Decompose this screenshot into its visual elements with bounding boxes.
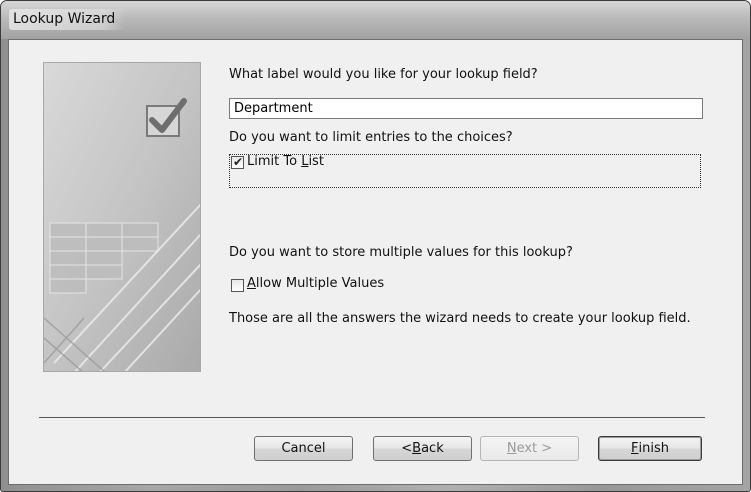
window-title: Lookup Wizard [9, 9, 126, 30]
summary-text: Those are all the answers the wizard nee… [229, 311, 691, 326]
lookup-wizard-window: Lookup Wizard What label would you like … [0, 0, 751, 492]
checkmark-icon: ✔ [233, 155, 244, 169]
limit-question: Do you want to limit entries to the choi… [229, 130, 513, 145]
allow-multiple-values-checkbox[interactable] [231, 279, 244, 292]
multi-values-question: Do you want to store multiple values for… [229, 245, 573, 260]
wizard-illustration [43, 62, 201, 372]
allow-multiple-values-label[interactable]: Allow Multiple Values [247, 276, 384, 291]
cancel-button[interactable]: Cancel [254, 436, 353, 461]
dialog-body: What label would you like for your looku… [8, 39, 743, 485]
limit-to-list-checkbox[interactable]: ✔ [231, 155, 244, 169]
finish-button[interactable]: Finish [598, 436, 702, 461]
next-button[interactable]: Next > [480, 436, 579, 461]
back-button[interactable]: < Back [373, 436, 472, 461]
label-question: What label would you like for your looku… [229, 67, 538, 82]
wizard-art-icon [44, 63, 200, 371]
limit-to-list-label[interactable]: Limit To List [247, 154, 324, 169]
lookup-label-input[interactable] [229, 98, 703, 119]
title-bar[interactable]: Lookup Wizard [1, 1, 750, 39]
button-separator [39, 417, 705, 418]
